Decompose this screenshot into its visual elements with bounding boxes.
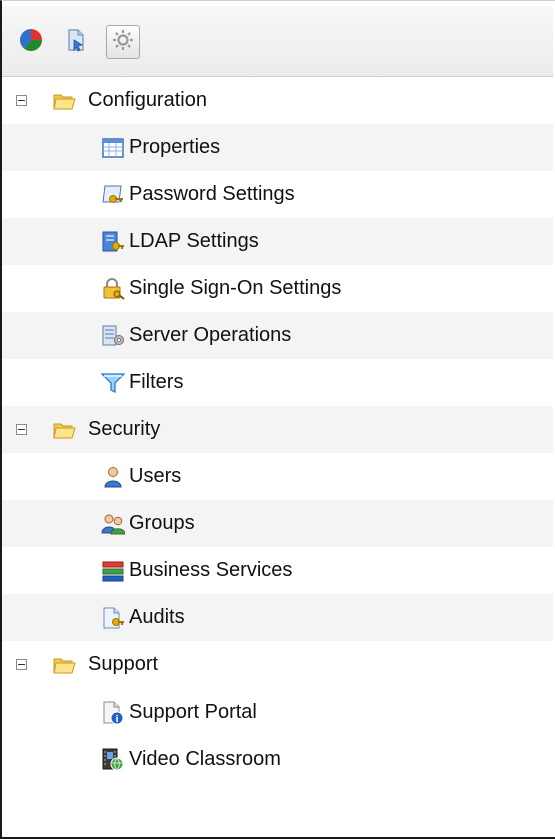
pie-chart-icon <box>18 27 44 58</box>
tree-item-video-classroom[interactable]: Video Classroom <box>2 736 553 783</box>
tree-group-security[interactable]: Security <box>2 406 553 453</box>
folder-icon <box>52 418 76 442</box>
tree-item-properties[interactable]: Properties <box>2 124 553 171</box>
gear-icon <box>111 28 135 57</box>
tree-item-label: Users <box>129 465 182 487</box>
tree-group-support[interactable]: Support <box>2 641 553 688</box>
tree-item-label: Support Portal <box>129 701 257 723</box>
groups-icon <box>101 512 125 536</box>
tree-item-groups[interactable]: Groups <box>2 500 553 547</box>
collapse-icon[interactable] <box>16 424 27 435</box>
tree-item-business-services[interactable]: Business Services <box>2 547 553 594</box>
tree-item-label: Audits <box>129 606 185 628</box>
properties-grid-icon <box>101 136 125 160</box>
tree-item-label: LDAP Settings <box>129 230 259 252</box>
collapse-icon[interactable] <box>16 659 27 670</box>
password-key-icon <box>101 183 125 207</box>
tree-group-label: Security <box>88 418 161 440</box>
tree-group-label: Support <box>88 653 159 675</box>
tree-item-ldap-settings[interactable]: LDAP Settings <box>2 218 553 265</box>
tree-group-label: Configuration <box>88 89 207 111</box>
tree-item-label: Single Sign-On Settings <box>129 277 342 299</box>
tree-item-label: Server Operations <box>129 324 292 346</box>
tree-item-label: Password Settings <box>129 183 295 205</box>
audit-document-icon <box>101 606 125 630</box>
tree-item-support-portal[interactable]: i Support Portal <box>2 689 553 736</box>
support-portal-icon: i <box>101 701 125 725</box>
toolbar <box>2 6 553 77</box>
settings-button[interactable] <box>106 25 140 59</box>
svg-text:i: i <box>115 715 118 725</box>
tree-item-server-operations[interactable]: Server Operations <box>2 312 553 359</box>
business-services-icon <box>101 559 125 583</box>
tree-item-label: Groups <box>129 512 195 534</box>
tree-item-filters[interactable]: Filters <box>2 359 553 406</box>
collapse-icon[interactable] <box>16 95 27 106</box>
folder-icon <box>52 653 76 677</box>
tree-group-configuration[interactable]: Configuration <box>2 77 553 124</box>
user-icon <box>101 465 125 489</box>
folder-icon <box>52 89 76 113</box>
tree-item-password-settings[interactable]: Password Settings <box>2 171 553 218</box>
tree-item-label: Business Services <box>129 559 293 581</box>
video-classroom-icon <box>101 748 125 772</box>
tree-item-label: Properties <box>129 136 221 158</box>
document-arrow-icon <box>64 28 88 57</box>
tree-item-label: Filters <box>129 371 184 393</box>
server-operations-icon <box>101 324 125 348</box>
tree-item-single-sign-on-settings[interactable]: Single Sign-On Settings <box>2 265 553 312</box>
reports-button[interactable] <box>14 25 48 59</box>
documents-button[interactable] <box>59 25 93 59</box>
filter-icon <box>101 371 125 395</box>
tree-item-label: Video Classroom <box>129 748 281 770</box>
tree-item-audits[interactable]: Audits <box>2 594 553 641</box>
ldap-icon <box>101 230 125 254</box>
tree-item-users[interactable]: Users <box>2 453 553 500</box>
lock-key-icon <box>101 277 125 301</box>
